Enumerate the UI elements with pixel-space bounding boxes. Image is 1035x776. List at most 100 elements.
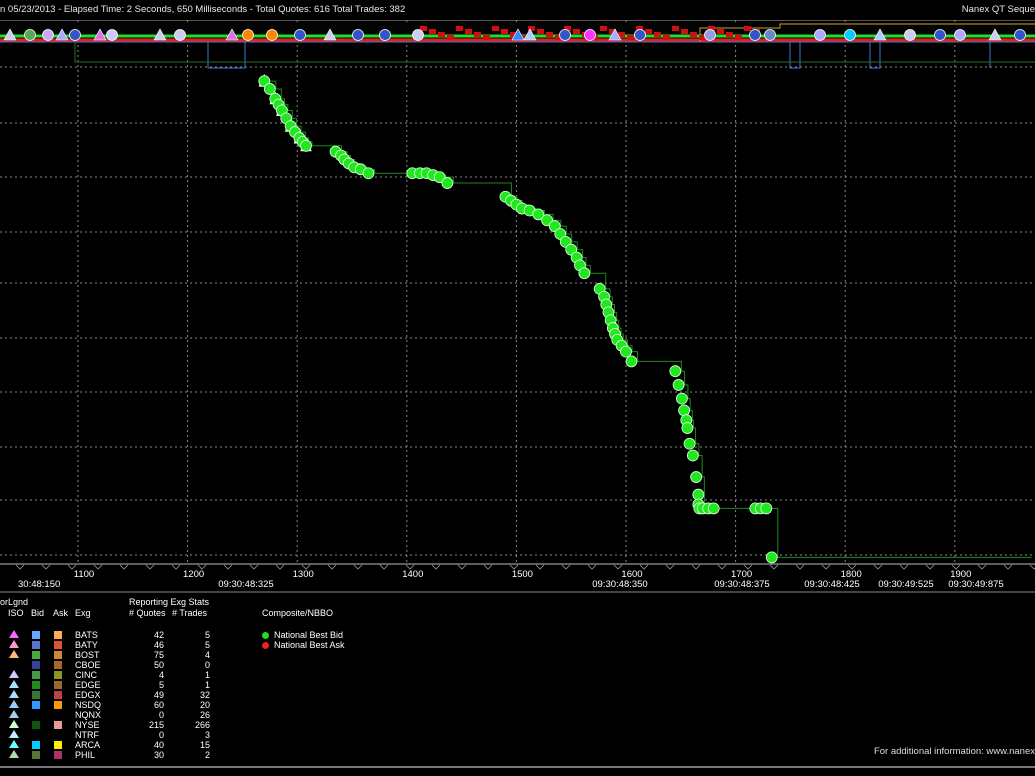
exchange-quote-marker bbox=[954, 29, 966, 41]
x-tick-label: 1400 bbox=[402, 569, 423, 580]
ask-quote-marker bbox=[537, 29, 544, 34]
quote-count: 75 bbox=[153, 650, 164, 660]
ask-quote-marker bbox=[429, 29, 436, 34]
bid-point bbox=[765, 551, 778, 564]
nbbo-title: Composite/NBBO bbox=[262, 608, 334, 618]
iso-col-header: ISO bbox=[8, 608, 24, 618]
quote-count: 30 bbox=[153, 750, 164, 760]
exchange-quote-marker bbox=[106, 29, 118, 41]
bid-color-swatch bbox=[32, 751, 40, 759]
time-label: 09:30:49:525 bbox=[878, 579, 933, 590]
ask-color-swatch bbox=[54, 661, 62, 669]
trade-count: 15 bbox=[199, 740, 210, 750]
nbbo-bid-label: National Best Bid bbox=[274, 630, 344, 640]
ask-color-swatch bbox=[54, 651, 62, 659]
exchange-name: BATY bbox=[75, 640, 98, 650]
bid-color-swatch bbox=[32, 681, 40, 689]
quote-count: 5 bbox=[158, 680, 164, 690]
ask-quote-marker bbox=[654, 32, 661, 37]
x-tick-label: 1200 bbox=[183, 569, 204, 580]
trade-count: 5 bbox=[204, 630, 210, 640]
bid-point bbox=[362, 167, 375, 180]
title-bar: n 05/23/2013 - Elapsed Time: 2 Seconds, … bbox=[0, 0, 1035, 21]
exchange-quote-marker bbox=[904, 29, 916, 41]
x-tick-label: 1300 bbox=[293, 569, 314, 580]
x-axis: 1100 1200 1300 1400 1500 1600 1700 1800 190030:4… bbox=[0, 563, 1035, 593]
chart-grid bbox=[0, 20, 1035, 563]
ask-quote-marker bbox=[573, 29, 580, 34]
bid-point bbox=[669, 365, 682, 378]
iso-triangle-icon bbox=[9, 710, 19, 718]
exchange-name: CINC bbox=[75, 670, 97, 680]
exchange-quote-marker bbox=[704, 29, 716, 41]
bid-color-swatch bbox=[32, 671, 40, 679]
quote-count: 46 bbox=[153, 640, 164, 650]
exchange-col-header: Exg bbox=[75, 608, 91, 618]
iso-triangle-icon bbox=[9, 680, 19, 688]
iso-triangle-icon bbox=[9, 720, 19, 728]
exchange-row-cinc: CINC 4 1 bbox=[0, 670, 240, 680]
ask-quote-marker bbox=[681, 29, 688, 34]
time-label: 09:30:48:375 bbox=[714, 579, 769, 590]
quote-count: 40 bbox=[153, 740, 164, 750]
exchange-quote-marker bbox=[352, 29, 364, 41]
exchange-row-arca: ARCA 40 15 bbox=[0, 740, 240, 750]
bid-point bbox=[686, 449, 699, 462]
ask-color-swatch bbox=[54, 741, 62, 749]
ask-quote-marker bbox=[501, 29, 508, 34]
ask-color-swatch bbox=[54, 721, 62, 729]
exchange-quote-marker bbox=[814, 29, 826, 41]
ask-quote-marker bbox=[600, 26, 607, 31]
trade-count: 32 bbox=[199, 690, 210, 700]
quote-count: 215 bbox=[148, 720, 164, 730]
iso-triangle-icon bbox=[9, 740, 19, 748]
ask-quote-marker bbox=[492, 26, 499, 31]
exchange-row-bost: BOST 75 4 bbox=[0, 650, 240, 660]
exchange-name: CBOE bbox=[75, 660, 101, 670]
exchange-quote-marker bbox=[379, 29, 391, 41]
bid-point bbox=[681, 422, 694, 434]
ask-quote-marker bbox=[483, 35, 490, 40]
trades-col-header: # Trades bbox=[172, 608, 208, 618]
ask-quote-marker bbox=[627, 35, 634, 40]
ask-color-swatch bbox=[54, 681, 62, 689]
quote-count: 49 bbox=[153, 690, 164, 700]
quote-count: 0 bbox=[158, 710, 164, 720]
quote-count: 0 bbox=[158, 730, 164, 740]
bid-point bbox=[690, 471, 703, 483]
x-tick-label: 1100 bbox=[74, 569, 94, 580]
ask-color-swatch bbox=[54, 641, 62, 649]
ask-quote-marker bbox=[726, 32, 733, 37]
nbbo-bid-dot bbox=[262, 632, 269, 640]
bid-color-swatch bbox=[32, 641, 40, 649]
exchange-quote-marker bbox=[266, 29, 278, 41]
exchange-name: NYSE bbox=[75, 720, 100, 730]
time-label: 09:30:48:325 bbox=[218, 579, 273, 590]
quotes-col-header: # Quotes bbox=[129, 608, 166, 618]
ask-quote-marker bbox=[663, 35, 670, 40]
exchange-name: PHIL bbox=[75, 750, 96, 760]
iso-triangle-icon bbox=[9, 650, 19, 658]
bid-point bbox=[578, 267, 591, 280]
exchange-quote-marker bbox=[24, 29, 36, 41]
exchange-quote-marker bbox=[749, 29, 761, 41]
exchange-name: NQNX bbox=[75, 710, 102, 720]
bid-point bbox=[692, 488, 705, 501]
bid-col-header: Bid bbox=[31, 608, 45, 618]
iso-triangle-icon bbox=[9, 670, 19, 678]
iso-triangle-icon bbox=[9, 750, 19, 758]
exchange-name: NSDQ bbox=[75, 700, 102, 710]
bid-color-swatch bbox=[32, 661, 40, 669]
bid-point bbox=[625, 355, 638, 368]
trade-count: 4 bbox=[204, 650, 210, 660]
ask-color-swatch bbox=[54, 631, 62, 639]
bid-color-swatch bbox=[32, 651, 40, 659]
exchange-row-phil: PHIL 30 2 bbox=[0, 750, 240, 760]
iso-triangle-icon bbox=[9, 640, 19, 648]
time-label: 09:30:49:875 bbox=[948, 579, 1003, 590]
window-title: n 05/23/2013 - Elapsed Time: 2 Seconds, … bbox=[0, 4, 406, 15]
bid-point bbox=[675, 392, 688, 405]
ask-quote-marker bbox=[546, 32, 553, 37]
quote-count: 42 bbox=[153, 630, 164, 640]
exchange-name: EDGE bbox=[75, 680, 101, 690]
